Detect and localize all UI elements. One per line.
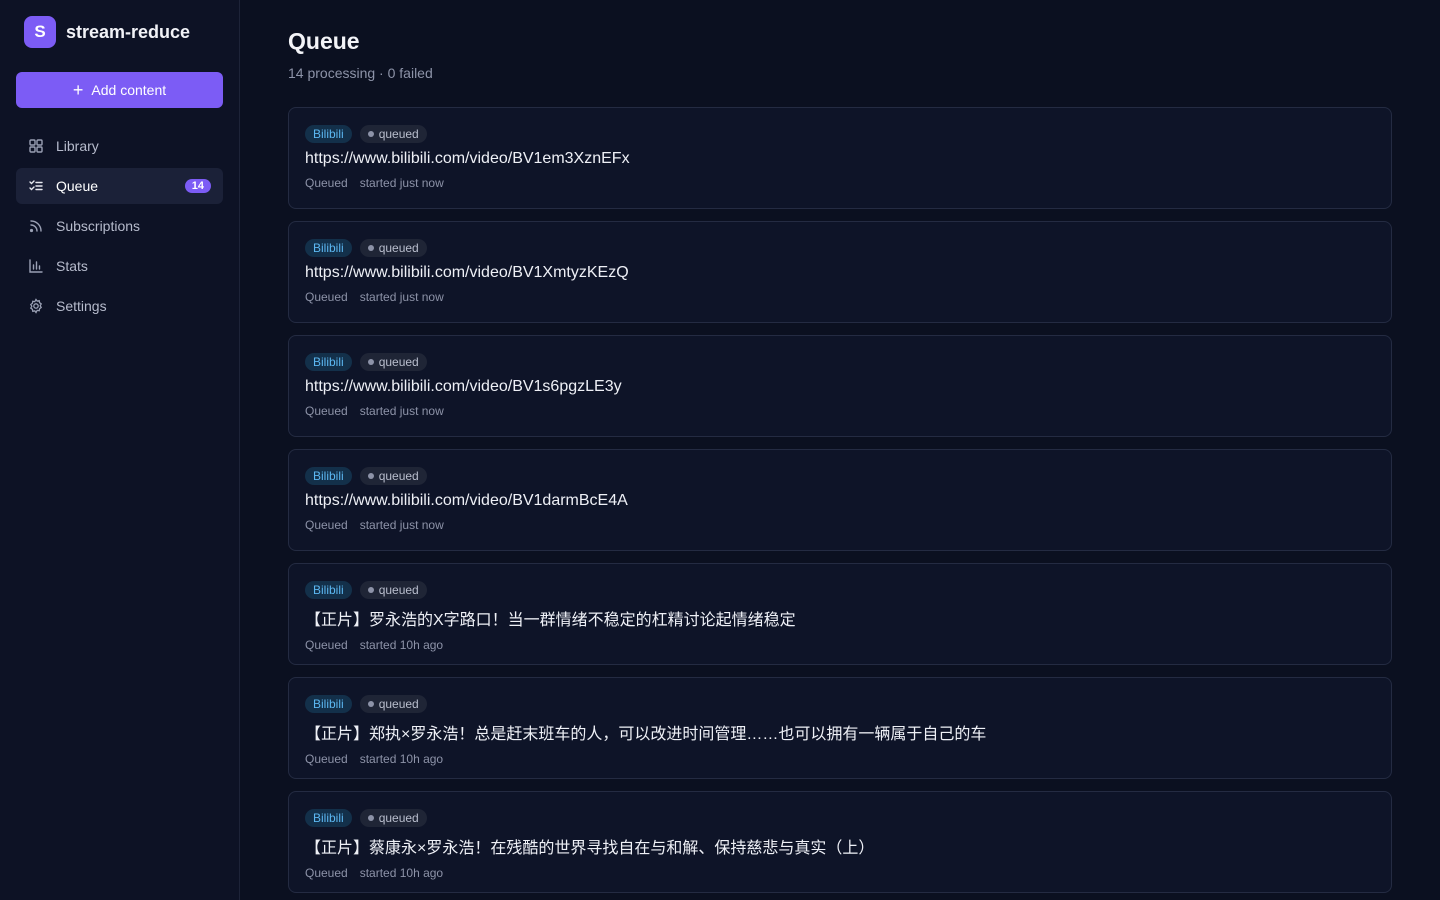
queue-item[interactable]: Bilibili queued https://www.bilibili.com…	[288, 107, 1392, 209]
main-content: Queue 14 processing · 0 failed Bilibili …	[240, 0, 1440, 900]
sidebar-item-queue[interactable]: Queue 14	[16, 168, 223, 204]
status-dot-icon	[367, 131, 374, 137]
sidebar-item-stats[interactable]: Stats	[16, 248, 223, 284]
brand-name: stream-reduce	[66, 21, 191, 42]
queue-item[interactable]: Bilibili queued https://www.bilibili.com…	[288, 335, 1392, 437]
queue-item-state: Queued	[305, 638, 348, 652]
status-dot-icon	[367, 473, 374, 479]
queue-item-state: Queued	[305, 518, 348, 532]
sidebar-item-label: Library	[56, 138, 99, 154]
rss-icon	[28, 218, 44, 234]
queue-item-title: 【正片】蔡康永×罗永浩！在残酷的世界寻找自在与和解、保持慈悲与真实（上）	[305, 840, 875, 857]
queue-item[interactable]: Bilibili queued 【正片】罗永浩的X字路口！当一群情绪不稳定的杠精…	[288, 563, 1392, 665]
status-badge: queued	[359, 467, 427, 485]
queue-item-title: https://www.bilibili.com/video/BV1s6pgzL…	[305, 378, 622, 395]
bar-chart-icon	[28, 258, 44, 274]
sidebar-item-label: Subscriptions	[56, 218, 141, 234]
status-dot-icon	[367, 701, 374, 707]
queue-item-started: started 10h ago	[359, 638, 444, 652]
queue-item[interactable]: Bilibili queued https://www.bilibili.com…	[288, 449, 1392, 551]
queue-item-state: Queued	[305, 176, 348, 190]
queue-item-started: started just now	[359, 176, 444, 190]
sidebar-item-label: Queue	[56, 178, 99, 194]
status-badge: queued	[359, 581, 427, 599]
queue-item[interactable]: Bilibili queued 【正片】蔡康永×罗永浩！在残酷的世界寻找自在与和…	[288, 791, 1392, 893]
status-dot-icon	[367, 359, 374, 365]
brand[interactable]: S stream-reduce	[16, 16, 223, 48]
status-badge: queued	[359, 809, 427, 827]
queue-item-started: started 10h ago	[359, 866, 444, 880]
queue-item-state: Queued	[305, 866, 348, 880]
source-badge: Bilibili	[305, 581, 352, 599]
source-badge: Bilibili	[305, 125, 352, 143]
queue-item-state: Queued	[305, 404, 348, 418]
queue-list: Bilibili queued https://www.bilibili.com…	[288, 107, 1392, 893]
queue-item-started: started just now	[359, 518, 444, 532]
status-badge: queued	[359, 695, 427, 713]
queue-item[interactable]: Bilibili queued https://www.bilibili.com…	[288, 221, 1392, 323]
status-dot-icon	[367, 815, 374, 821]
add-content-button[interactable]: + Add content	[16, 72, 223, 108]
checklist-icon	[28, 178, 44, 194]
sidebar: S stream-reduce + Add content Library Qu…	[0, 0, 240, 900]
queue-item-started: started just now	[359, 404, 444, 418]
queue-item[interactable]: Bilibili queued 【正片】郑执×罗永浩！总是赶末班车的人，可以改进…	[288, 677, 1392, 779]
queue-item-started: started 10h ago	[359, 752, 444, 766]
source-badge: Bilibili	[305, 809, 352, 827]
source-badge: Bilibili	[305, 353, 352, 371]
sidebar-item-label: Settings	[56, 298, 107, 314]
sidebar-nav: Library Queue 14 Subscriptions Stats Set…	[16, 128, 223, 324]
sidebar-item-label: Stats	[56, 258, 88, 274]
status-dot-icon	[367, 587, 374, 593]
queue-item-title: 【正片】郑执×罗永浩！总是赶末班车的人，可以改进时间管理……也可以拥有一辆属于自…	[305, 726, 987, 743]
queue-count-badge: 14	[184, 179, 211, 193]
status-badge: queued	[359, 239, 427, 257]
queue-item-title: https://www.bilibili.com/video/BV1XmtyzK…	[305, 264, 629, 281]
queue-item-state: Queued	[305, 752, 348, 766]
status-badge: queued	[359, 125, 427, 143]
page-title: Queue	[288, 28, 360, 54]
sidebar-item-subscriptions[interactable]: Subscriptions	[16, 208, 223, 244]
queue-item-title: 【正片】罗永浩的X字路口！当一群情绪不稳定的杠精讨论起情绪稳定	[305, 612, 796, 629]
grid-icon	[28, 138, 44, 154]
source-badge: Bilibili	[305, 467, 352, 485]
status-badge: queued	[359, 353, 427, 371]
queue-item-title: https://www.bilibili.com/video/BV1darmBc…	[305, 492, 628, 509]
brand-logo: S	[24, 16, 56, 48]
source-badge: Bilibili	[305, 695, 352, 713]
status-dot-icon	[367, 245, 374, 251]
gear-icon	[28, 298, 44, 314]
queue-summary: 14 processing · 0 failed	[288, 65, 433, 81]
queue-item-state: Queued	[305, 290, 348, 304]
plus-icon: +	[72, 80, 84, 100]
queue-item-title: https://www.bilibili.com/video/BV1em3Xzn…	[305, 150, 630, 167]
add-content-label: Add content	[91, 82, 167, 98]
queue-item-started: started just now	[359, 290, 444, 304]
sidebar-item-library[interactable]: Library	[16, 128, 223, 164]
sidebar-item-settings[interactable]: Settings	[16, 288, 223, 324]
source-badge: Bilibili	[305, 239, 352, 257]
